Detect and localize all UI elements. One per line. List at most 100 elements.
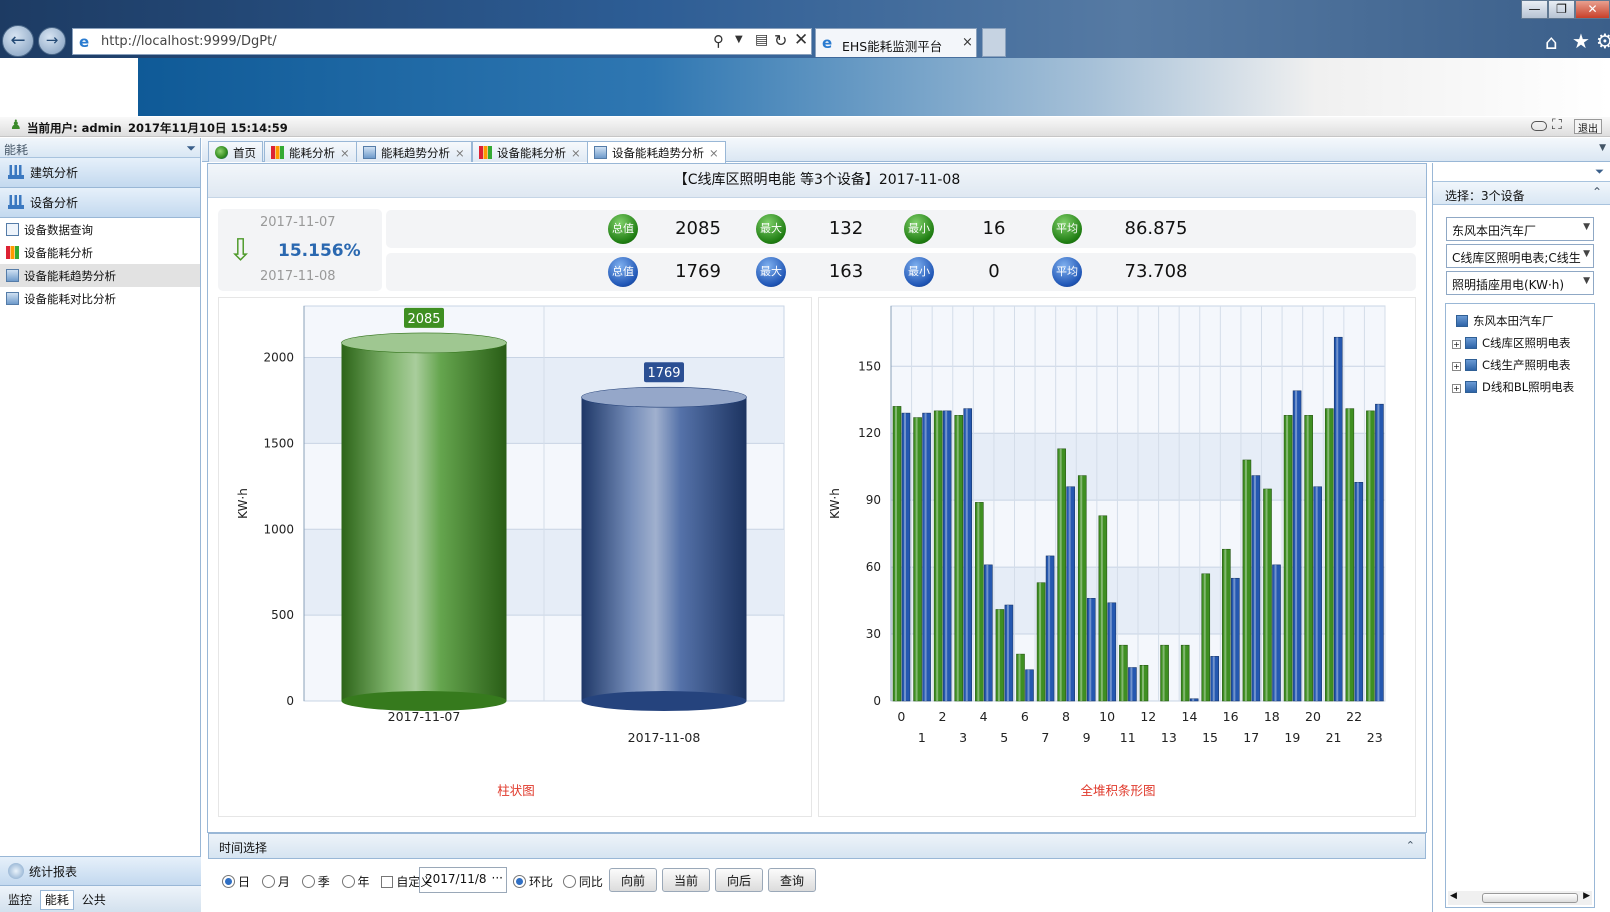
combo-value: 东风本田汽车厂 — [1452, 224, 1537, 238]
tab-device-energy-trend[interactable]: 设备能耗趋势分析 × — [587, 141, 726, 163]
tab-close-icon[interactable]: × — [455, 146, 465, 160]
comparison-summary: 2017-11-07 ⇩ 15.156% 2017-11-08 — [218, 209, 382, 291]
browser-tab-close[interactable]: × — [962, 35, 973, 50]
bar-highlight — [936, 410, 939, 701]
nav-device-energy-compare[interactable]: 设备能耗对比分析 — [0, 287, 200, 310]
accordion-statistics-report[interactable]: 统计报表 — [0, 856, 201, 886]
expand-icon[interactable]: + — [1452, 340, 1461, 349]
scroll-thumb[interactable] — [1482, 893, 1578, 903]
radio-month[interactable]: 月 — [261, 875, 290, 889]
tree-horizontal-scrollbar[interactable]: ◀ ▶ — [1448, 891, 1592, 905]
scroll-right-icon[interactable]: ▶ — [1583, 891, 1590, 901]
tree-node-c-storage[interactable]: + C线库区照明电表 — [1452, 335, 1571, 351]
current-button[interactable]: 当前 — [662, 868, 711, 892]
query-button[interactable]: 查询 — [768, 868, 817, 892]
restore-icon[interactable]: ❐ — [1548, 0, 1575, 19]
tab-device-energy[interactable]: 设备能耗分析 × — [472, 141, 588, 162]
address-bar[interactable]: e http://localhost:9999/DgPt/ ⚲ ▼ ▤ ↻ ✕ — [72, 28, 812, 55]
nav-device-energy-trend[interactable]: 设备能耗趋势分析 — [0, 264, 200, 287]
tree-root[interactable]: 东风本田汽车厂 — [1456, 313, 1554, 329]
tab-list-dropdown-icon[interactable]: ▼ — [1599, 143, 1606, 153]
pin-icon[interactable]: ⏷ — [186, 141, 196, 156]
pin-icon[interactable]: ⏷ — [1595, 165, 1604, 179]
new-tab-button[interactable] — [982, 28, 1006, 57]
search-icon[interactable]: ⚲ — [713, 32, 724, 50]
tree-node-d-bl[interactable]: + D线和BL照明电表 — [1452, 379, 1574, 395]
right-selection-panel: ⏷ 选择：3个设备 ⌃ 东风本田汽车厂 ▼ C线库区照明电表;C线生 ▼ 照明插座用… — [1432, 163, 1610, 912]
tab-home[interactable]: 首页 — [208, 141, 263, 162]
scroll-left-icon[interactable]: ◀ — [1450, 891, 1457, 901]
bar-highlight — [1295, 390, 1298, 701]
bar-highlight — [904, 413, 906, 701]
date-input[interactable]: 2017/11/8 ··· — [419, 867, 507, 893]
x-tick-label: 10 — [1099, 709, 1115, 724]
home-icon[interactable]: ⌂ — [1545, 30, 1558, 54]
tab-close-icon[interactable]: × — [709, 146, 719, 160]
bar-highlight — [1306, 415, 1309, 701]
tab-close-icon[interactable]: × — [571, 146, 581, 160]
radio-quarter[interactable]: 季 — [301, 875, 330, 889]
tree-node-c-production[interactable]: + C线生产照明电表 — [1452, 357, 1571, 373]
tab-close-icon[interactable]: × — [340, 146, 350, 160]
energy-type-combo[interactable]: 照明插座用电(KW·h) ▼ — [1446, 271, 1594, 295]
x-tick-label: 18 — [1264, 709, 1280, 724]
date-picker-icon[interactable]: ··· — [492, 871, 503, 885]
radio-day[interactable]: 日 — [222, 875, 250, 889]
y-tick-label: 1000 — [263, 522, 294, 536]
forward-icon[interactable]: → — [38, 27, 66, 55]
logout-button[interactable]: 退出 — [1574, 119, 1602, 135]
tab-energy-trend[interactable]: 能耗趋势分析 × — [356, 141, 472, 162]
prev-button[interactable]: 向前 — [609, 868, 658, 892]
browser-tab[interactable]: e EHS能耗监测平台 × — [815, 28, 977, 57]
bar-highlight — [1356, 482, 1359, 701]
bottom-tab-public[interactable]: 公共 — [78, 891, 110, 909]
bar — [341, 342, 507, 701]
radio-dot — [341, 875, 355, 888]
nav-device-energy-analysis[interactable]: 设备能耗分析 — [0, 241, 200, 264]
minimize-icon[interactable]: — — [1521, 0, 1548, 19]
x-tick-label: 5 — [1000, 730, 1008, 745]
expand-icon[interactable]: + — [1452, 362, 1461, 371]
bar-highlight — [1068, 486, 1071, 701]
compat-view-icon[interactable]: ▤ — [755, 32, 768, 48]
x-tick-label: 9 — [1083, 730, 1091, 745]
favorites-icon[interactable]: ★ — [1572, 29, 1590, 53]
stat-min: 0 — [988, 261, 1000, 282]
back-icon[interactable]: ← — [2, 25, 34, 57]
radio-mom[interactable]: 环比 — [513, 875, 553, 889]
bottom-tab-energy[interactable]: 能耗 — [39, 890, 74, 910]
trend-chart-icon — [594, 146, 607, 159]
meters-combo[interactable]: C线库区照明电表;C线生 ▼ — [1446, 244, 1594, 268]
accordion-device-analysis[interactable]: 设备分析 — [0, 188, 200, 218]
close-window-icon[interactable]: ✕ — [1575, 0, 1610, 19]
accordion-building-analysis[interactable]: 建筑分析 — [0, 158, 200, 188]
bottom-tab-strip: 监控 能耗 公共 — [0, 886, 201, 912]
compare-date-prev: 2017-11-07 — [260, 215, 336, 230]
next-button[interactable]: 向后 — [715, 868, 764, 892]
x-tick-label: 11 — [1120, 730, 1136, 745]
fullscreen-icon[interactable]: ⛶ — [1552, 117, 1562, 133]
expand-icon[interactable]: + — [1452, 384, 1461, 393]
tab-energy-analysis[interactable]: 能耗分析 × — [264, 141, 357, 162]
collapse-up-icon[interactable]: ⌃ — [1592, 185, 1602, 199]
y-tick-label: 0 — [873, 694, 881, 708]
cylinder-bar-chart: 0 500 1000 1500 2000 KW·h 2085 2017-11-07 1769 20… — [218, 297, 812, 817]
dropdown-icon[interactable]: ▼ — [735, 34, 743, 45]
max-badge: 最大 — [756, 257, 786, 287]
radio-year[interactable]: 年 — [341, 875, 370, 889]
x-tick-label: 16 — [1223, 709, 1239, 724]
factory-combo[interactable]: 东风本田汽车厂 ▼ — [1446, 217, 1594, 241]
settings-icon[interactable]: ⚙ — [1596, 29, 1610, 53]
nav-device-data-query[interactable]: 设备数据查询 — [0, 218, 200, 241]
collapse-header-icon[interactable] — [1531, 121, 1547, 131]
accordion-label: 建筑分析 — [30, 166, 79, 180]
bar — [1098, 515, 1108, 702]
radio-yoy[interactable]: 同比 — [562, 875, 603, 889]
device-tree: 东风本田汽车厂 + C线库区照明电表 + C线生产照明电表 + D线和BL照明电表 ◀… — [1445, 303, 1595, 908]
collapse-up-icon[interactable]: ⌃ — [1406, 839, 1415, 852]
stop-icon[interactable]: ✕ — [794, 30, 808, 50]
refresh-icon[interactable]: ↻ — [774, 31, 787, 50]
bottom-tab-monitor[interactable]: 监控 — [4, 891, 36, 909]
bar-highlight — [895, 406, 897, 701]
radio-dot — [301, 875, 315, 888]
